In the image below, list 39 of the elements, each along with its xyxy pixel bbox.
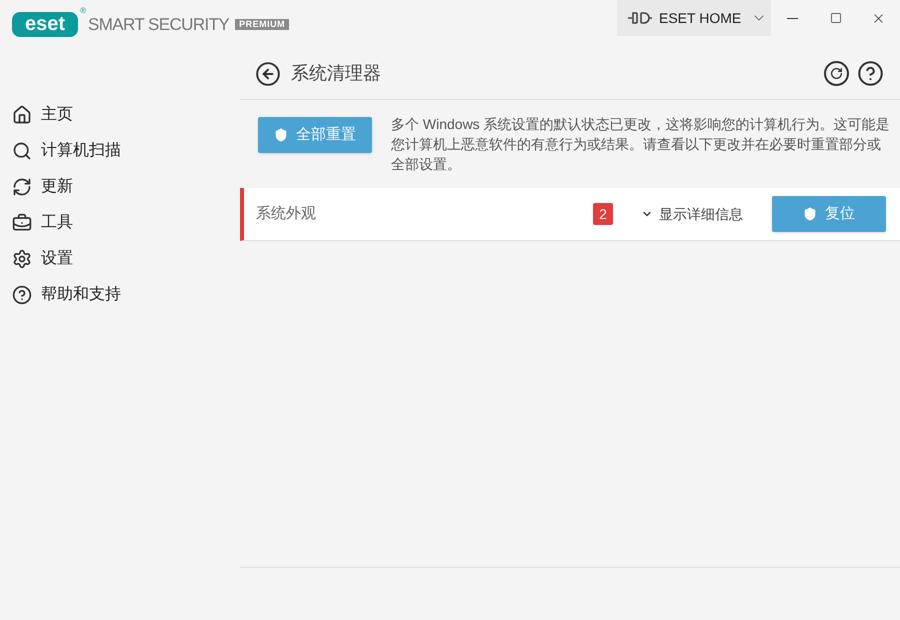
shield-icon bbox=[274, 128, 288, 142]
nav-label: 工具 bbox=[41, 213, 73, 233]
help-icon bbox=[12, 285, 32, 305]
maximize-icon bbox=[830, 12, 842, 24]
nav-label: 帮助和支持 bbox=[41, 284, 121, 305]
details-label: 显示详细信息 bbox=[659, 204, 743, 224]
search-icon bbox=[12, 141, 32, 161]
home-icon bbox=[12, 105, 32, 125]
page-title: 系统清理器 bbox=[291, 62, 382, 85]
nav-item[interactable]: 工具 bbox=[0, 205, 240, 241]
briefcase-icon bbox=[12, 213, 32, 233]
nav-item[interactable]: 更新 bbox=[0, 169, 240, 205]
nav-label: 设置 bbox=[41, 249, 73, 269]
registered-mark: ® bbox=[80, 7, 86, 16]
description-text: 多个 Windows 系统设置的默认状态已更改，这将影响您的计算机行为。这可能是您计算机上恶意软件的有意行为或结果。请查看以下更改并在必要时重置部分或全部设置。 bbox=[391, 115, 891, 174]
nav-item[interactable]: 计算机扫描 bbox=[0, 133, 240, 169]
shield-icon bbox=[803, 207, 817, 221]
product-name: SMART SECURITY bbox=[88, 14, 230, 36]
nav-label: 主页 bbox=[41, 104, 73, 125]
plug-icon bbox=[627, 11, 653, 25]
edition-badge: PREMIUM bbox=[235, 19, 290, 30]
nav-item[interactable]: 主页 bbox=[0, 97, 240, 133]
nav-item[interactable]: 帮助和支持 bbox=[0, 277, 240, 313]
details-toggle[interactable]: 显示详细信息 bbox=[641, 204, 743, 224]
change-name: 系统外观 bbox=[256, 204, 317, 224]
nav-label: 计算机扫描 bbox=[41, 140, 121, 161]
refresh-icon[interactable] bbox=[824, 61, 849, 86]
back-icon[interactable] bbox=[255, 60, 281, 86]
nav-label: 更新 bbox=[41, 176, 73, 197]
reset-label: 复位 bbox=[825, 204, 855, 224]
help-icon[interactable] bbox=[857, 60, 884, 87]
brand-logo: eset bbox=[12, 12, 78, 38]
account-button[interactable]: ESET HOME bbox=[617, 0, 771, 36]
reset-all-label: 全部重置 bbox=[296, 124, 356, 145]
nav-item[interactable]: 设置 bbox=[0, 241, 240, 277]
change-count: 2 bbox=[593, 203, 613, 225]
account-label: ESET HOME bbox=[659, 8, 742, 28]
settings-icon bbox=[12, 249, 32, 269]
refresh-icon bbox=[12, 177, 32, 197]
